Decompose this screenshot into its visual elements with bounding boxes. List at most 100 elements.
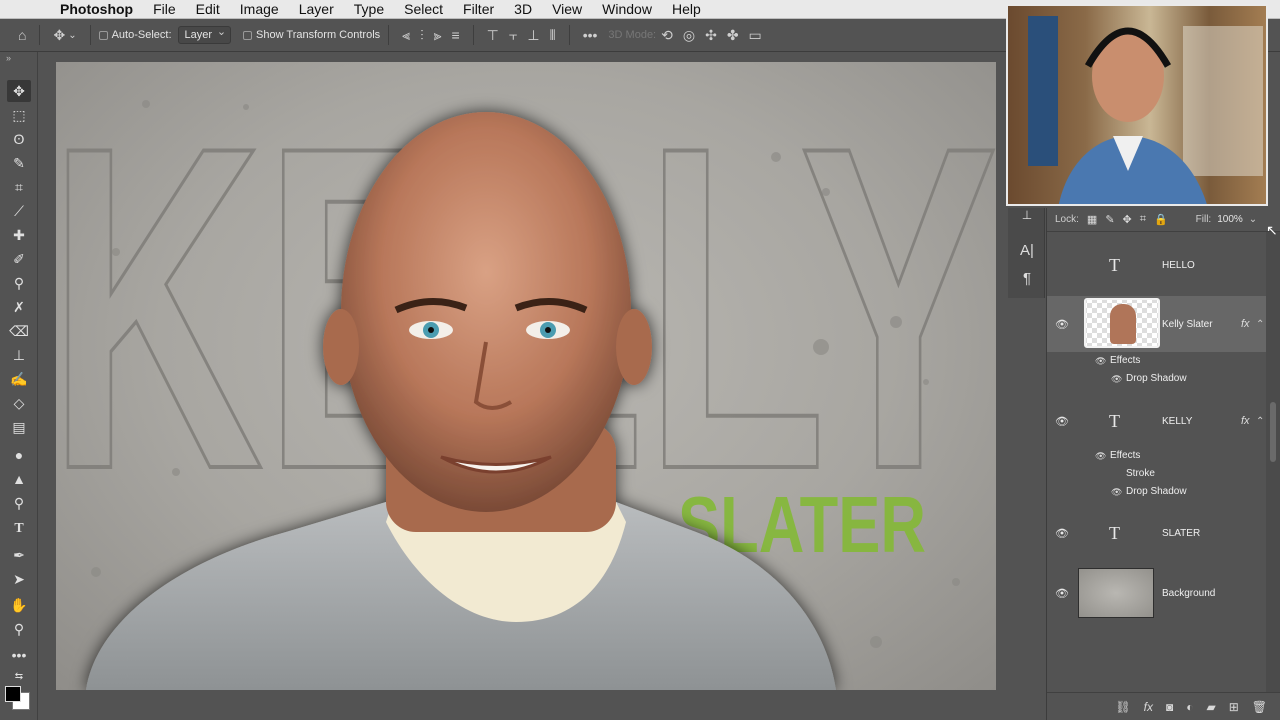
crop-tool-icon[interactable]: ⌗ bbox=[7, 176, 31, 198]
show-transform-checkbox[interactable] bbox=[243, 30, 253, 40]
home-icon[interactable]: ⌂ bbox=[18, 27, 26, 43]
path-selection-tool-icon[interactable]: ➤ bbox=[7, 568, 31, 590]
eye-icon[interactable]: 👁 bbox=[1055, 415, 1069, 428]
healing-tool-icon[interactable]: ✚ bbox=[7, 224, 31, 246]
default-colors-icon[interactable]: ⇆ bbox=[7, 666, 31, 688]
3d-slide-icon[interactable]: ✤ bbox=[727, 27, 739, 44]
clone-stamp-tool-icon[interactable]: ⚲ bbox=[7, 272, 31, 294]
panel-collapse-icon[interactable]: ⊥ bbox=[1016, 208, 1038, 222]
lock-image-icon[interactable]: ✎ bbox=[1105, 213, 1114, 226]
gradient-tool-icon[interactable]: ▤ bbox=[7, 416, 31, 438]
fill-value[interactable]: 100% bbox=[1217, 214, 1243, 225]
align-bottom-icon[interactable]: ⊥ bbox=[527, 27, 539, 44]
marquee-tool-icon[interactable]: ⬚ bbox=[7, 104, 31, 126]
chevron-down-icon[interactable]: ⌄ bbox=[68, 30, 76, 41]
stamp-tool-icon[interactable]: ⊥ bbox=[7, 344, 31, 366]
type-tool-icon[interactable]: T bbox=[7, 518, 31, 540]
brush-tool-icon[interactable]: ✐ bbox=[7, 248, 31, 270]
menu-3d[interactable]: 3D bbox=[504, 0, 542, 19]
3d-scale-icon[interactable]: ▭ bbox=[749, 27, 762, 44]
smudge-tool-icon[interactable]: ✍ bbox=[7, 368, 31, 390]
eye-icon[interactable]: 👁 bbox=[1055, 587, 1069, 600]
3d-roll-icon[interactable]: ◎ bbox=[683, 27, 695, 44]
new-group-icon[interactable]: ▰ bbox=[1206, 700, 1215, 714]
menu-photoshop[interactable]: Photoshop bbox=[50, 0, 143, 19]
menu-file[interactable]: File bbox=[143, 0, 186, 19]
canvas[interactable]: KELLY SLATER bbox=[56, 62, 996, 690]
eyedropper-tool-icon[interactable]: ⟋ bbox=[7, 200, 31, 222]
effect-stroke[interactable]: Stroke bbox=[1126, 468, 1155, 479]
3d-pan-icon[interactable]: ✣ bbox=[705, 27, 717, 44]
pen-tool-icon[interactable]: ✒ bbox=[7, 544, 31, 566]
3d-rotate-icon[interactable]: ⟲ bbox=[661, 27, 673, 44]
menu-image[interactable]: Image bbox=[230, 0, 289, 19]
sharpen-tool-icon[interactable]: ▲ bbox=[7, 468, 31, 490]
delete-layer-icon[interactable]: 🗑 bbox=[1252, 700, 1267, 714]
effects-eye-icon[interactable]: 👁 bbox=[1095, 356, 1106, 367]
eraser-tool-icon[interactable]: ⌫ bbox=[7, 320, 31, 342]
auto-select-dropdown[interactable]: Layer bbox=[177, 25, 232, 44]
lock-position-icon[interactable]: ✥ bbox=[1123, 213, 1132, 226]
more-options-icon[interactable]: ••• bbox=[583, 27, 598, 43]
drop-shadow-eye-icon[interactable]: 👁 bbox=[1111, 374, 1122, 385]
scrollbar-thumb[interactable] bbox=[1270, 402, 1276, 462]
chevron-up-icon[interactable]: ⌃ bbox=[1256, 416, 1264, 427]
distribute-icon[interactable]: ≡ bbox=[451, 27, 459, 43]
align-center-icon[interactable]: ⫶ bbox=[420, 27, 424, 44]
visibility-off-icon[interactable]: ◦ bbox=[1055, 259, 1069, 271]
layer-slater[interactable]: 👁 T SLATER bbox=[1047, 516, 1266, 550]
align-right-icon[interactable]: ⫸ bbox=[434, 27, 442, 44]
layer-hello[interactable]: ◦ T HELLO bbox=[1047, 248, 1266, 282]
eye-icon[interactable]: 👁 bbox=[1055, 527, 1069, 540]
menu-type[interactable]: Type bbox=[344, 0, 394, 19]
hand-tool-icon[interactable]: ✋ bbox=[7, 594, 31, 616]
layer-kelly-slater[interactable]: 👁 Kelly Slater fx ⌃ bbox=[1047, 296, 1266, 352]
auto-select-checkbox[interactable] bbox=[98, 30, 108, 40]
chevron-up-icon[interactable]: ⌃ bbox=[1256, 319, 1264, 330]
paragraph-panel-icon[interactable]: ¶ bbox=[1016, 270, 1038, 287]
align-middle-icon[interactable]: ⫟ bbox=[509, 27, 517, 44]
adjustment-layer-icon[interactable]: ◐ bbox=[1186, 700, 1193, 714]
add-mask-icon[interactable]: ◙ bbox=[1166, 700, 1173, 714]
quick-select-tool-icon[interactable]: ✎ bbox=[7, 152, 31, 174]
layer-background[interactable]: 👁 Background bbox=[1047, 566, 1266, 620]
fx-icon[interactable]: fx bbox=[1241, 318, 1250, 330]
character-panel-icon[interactable]: A| bbox=[1016, 242, 1038, 259]
more-tools-icon[interactable]: ••• bbox=[7, 644, 31, 666]
lasso-tool-icon[interactable]: ʘ bbox=[7, 128, 31, 150]
eraser-alt-tool-icon[interactable]: ◇ bbox=[7, 392, 31, 414]
chevron-down-icon[interactable]: ⌄ bbox=[1249, 214, 1257, 225]
effect-drop-shadow[interactable]: Drop Shadow bbox=[1126, 486, 1187, 497]
menu-edit[interactable]: Edit bbox=[186, 0, 230, 19]
new-layer-icon[interactable]: ⊞ bbox=[1229, 700, 1239, 714]
lock-artboard-icon[interactable]: ⌗ bbox=[1140, 213, 1146, 226]
drop-shadow-eye-icon[interactable]: 👁 bbox=[1111, 487, 1122, 498]
align-top-icon[interactable]: ⊤ bbox=[487, 27, 499, 44]
menu-layer[interactable]: Layer bbox=[289, 0, 344, 19]
collapse-icon[interactable]: » bbox=[6, 53, 11, 63]
link-layers-icon[interactable]: ⛓ bbox=[1115, 700, 1130, 714]
lock-transparent-icon[interactable]: ▦ bbox=[1087, 213, 1097, 226]
fx-icon[interactable]: fx bbox=[1241, 415, 1250, 427]
lock-all-icon[interactable]: 🔒 bbox=[1154, 213, 1168, 226]
layers-scrollbar[interactable] bbox=[1266, 232, 1280, 692]
layer-kelly[interactable]: 👁 T KELLY fx ⌃ bbox=[1047, 404, 1266, 438]
eye-icon[interactable]: 👁 bbox=[1055, 318, 1069, 331]
blur-tool-icon[interactable]: ● bbox=[7, 444, 31, 466]
menu-filter[interactable]: Filter bbox=[453, 0, 504, 19]
effect-drop-shadow[interactable]: Drop Shadow bbox=[1126, 373, 1187, 384]
align-left-icon[interactable]: ⫷ bbox=[402, 27, 410, 44]
zoom-tool-icon[interactable]: ⚲ bbox=[7, 618, 31, 640]
distribute-vertical-icon[interactable]: ⦀ bbox=[550, 27, 556, 44]
history-brush-tool-icon[interactable]: ✗ bbox=[7, 296, 31, 318]
menu-select[interactable]: Select bbox=[394, 0, 453, 19]
foreground-color-swatch[interactable] bbox=[5, 686, 21, 702]
menu-help[interactable]: Help bbox=[662, 0, 711, 19]
dodge-tool-icon[interactable]: ⚲ bbox=[7, 492, 31, 514]
add-style-icon[interactable]: fx bbox=[1144, 700, 1153, 714]
menu-window[interactable]: Window bbox=[592, 0, 662, 19]
move-tool-icon[interactable]: ✥ bbox=[7, 80, 31, 102]
effects-eye-icon[interactable]: 👁 bbox=[1095, 451, 1106, 462]
menu-view[interactable]: View bbox=[542, 0, 592, 19]
move-tool-icon[interactable]: ✥ bbox=[53, 27, 65, 44]
